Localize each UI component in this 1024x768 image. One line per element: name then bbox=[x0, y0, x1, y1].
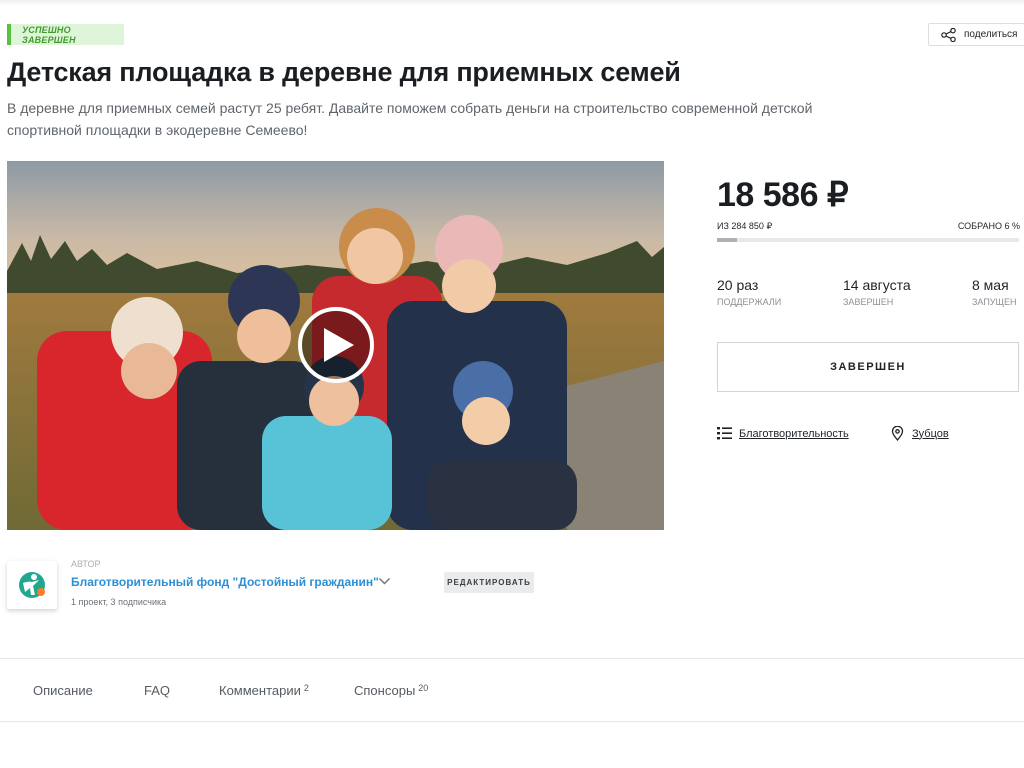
stat-ended-label: ЗАВЕРШЕН bbox=[843, 297, 894, 307]
share-icon bbox=[941, 27, 956, 42]
play-icon bbox=[324, 328, 354, 362]
category-label: Благотворительность bbox=[739, 427, 849, 440]
tab-comments-label: Комментарии bbox=[219, 683, 301, 698]
location-label: Зубцов bbox=[912, 427, 949, 440]
tab-sponsors-count: 20 bbox=[418, 683, 429, 693]
tab-description-label: Описание bbox=[33, 683, 93, 698]
play-button[interactable] bbox=[298, 307, 374, 383]
category-link[interactable]: Благотворительность bbox=[717, 426, 849, 441]
map-pin-icon bbox=[891, 426, 904, 441]
share-label: поделиться bbox=[964, 29, 1018, 40]
stat-launched: 8 мая ЗАПУЩЕН bbox=[972, 277, 1016, 307]
tab-description[interactable]: Описание bbox=[33, 683, 96, 698]
author-stats: 1 проект, 3 подписчика bbox=[71, 597, 167, 607]
tab-faq-label: FAQ bbox=[144, 683, 171, 698]
stat-launched-label: ЗАПУЩЕН bbox=[972, 297, 1017, 307]
page-title: Детская площадка в деревне для приемных … bbox=[7, 57, 681, 87]
edit-button-label: РЕДАКТИРОВАТЬ bbox=[447, 578, 531, 587]
tab-comments[interactable]: Комментарии 2 bbox=[219, 683, 309, 698]
progress-bar bbox=[717, 238, 1019, 242]
status-badge-label: УСПЕШНО ЗАВЕРШЕН bbox=[22, 24, 76, 45]
stat-backers-label: ПОДДЕРЖАЛИ bbox=[717, 297, 782, 307]
author-caption: АВТОР bbox=[71, 559, 101, 569]
chevron-down-icon[interactable] bbox=[378, 576, 391, 586]
stat-ended: 14 августа ЗАВЕРШЕН bbox=[843, 277, 911, 307]
tab-sponsors[interactable]: Спонсоры 20 bbox=[354, 683, 428, 698]
finished-button[interactable]: ЗАВЕРШЕН bbox=[717, 342, 1019, 392]
edit-button[interactable]: РЕДАКТИРОВАТЬ bbox=[444, 572, 534, 593]
project-video[interactable] bbox=[7, 161, 664, 530]
stat-ended-value: 14 августа bbox=[843, 277, 911, 293]
raised-amount: 18 586 ₽ bbox=[717, 176, 849, 214]
tab-sponsors-label: Спонсоры bbox=[354, 683, 416, 698]
collected-percent: СОБРАНО 6 % bbox=[957, 221, 1020, 231]
tab-faq[interactable]: FAQ bbox=[144, 683, 173, 698]
stat-launched-value: 8 мая bbox=[972, 277, 1009, 293]
goal-amount: ИЗ 284 850 ₽ bbox=[717, 221, 773, 231]
list-icon bbox=[717, 427, 732, 440]
tab-comments-count: 2 bbox=[303, 683, 309, 693]
progress-fill bbox=[717, 238, 737, 242]
finished-button-label: ЗАВЕРШЕН bbox=[830, 361, 906, 373]
tabs-bar: Описание FAQ Комментарии 2 Спонсоры 20 bbox=[0, 658, 1024, 722]
author-name-link[interactable]: Благотворительный фонд "Достойный гражда… bbox=[71, 575, 379, 589]
project-description: В деревне для приемных семей растут 25 р… bbox=[7, 100, 813, 138]
top-shade bbox=[0, 0, 1024, 6]
stat-backers: 20 раз ПОДДЕРЖАЛИ bbox=[717, 277, 781, 307]
location-link[interactable]: Зубцов bbox=[890, 426, 949, 441]
share-button[interactable]: поделиться bbox=[928, 23, 1024, 46]
status-badge: УСПЕШНО ЗАВЕРШЕН bbox=[7, 24, 124, 45]
author-logo[interactable] bbox=[7, 561, 57, 609]
stat-backers-value: 20 раз bbox=[717, 277, 759, 293]
foundation-logo-icon bbox=[19, 572, 45, 598]
